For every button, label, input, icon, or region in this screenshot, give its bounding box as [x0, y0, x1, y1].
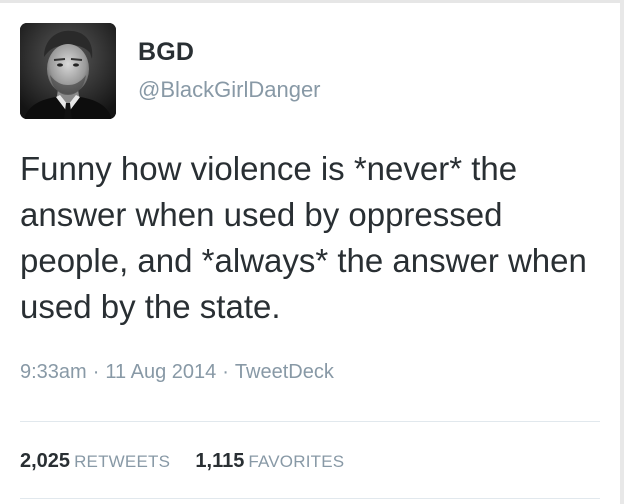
favorites-count: 1,115 — [195, 450, 245, 472]
tweet-text: Funny how violence is *never* the answer… — [20, 150, 587, 325]
tweet-date[interactable]: 11 Aug 2014 — [105, 361, 216, 383]
divider — [20, 498, 600, 499]
tweet-card: BGD @BlackGirlDanger Funny how violence … — [0, 0, 620, 504]
tweet-client[interactable]: TweetDeck — [235, 361, 334, 383]
author-handle[interactable]: @BlackGirlDanger — [138, 77, 321, 103]
retweets-stat[interactable]: 2,025 RETWEETS — [20, 450, 171, 472]
tweet-time[interactable]: 9:33am — [20, 361, 87, 383]
tweet-metadata: 9:33am · 11 Aug 2014 · TweetDeck — [20, 361, 334, 384]
meta-separator: · — [222, 361, 229, 383]
author-name[interactable]: BGD — [138, 38, 194, 67]
avatar[interactable] — [20, 23, 116, 119]
tweet-stats: 2,025 RETWEETS 1,115 FAVORITES — [20, 450, 344, 473]
favorites-stat[interactable]: 1,115 FAVORITES — [195, 450, 345, 472]
retweets-count: 2,025 — [20, 450, 71, 472]
retweets-label: RETWEETS — [74, 452, 171, 471]
meta-separator: · — [92, 361, 100, 383]
window-right-border — [620, 0, 624, 504]
favorites-label: FAVORITES — [248, 452, 345, 471]
avatar-portrait-image — [20, 23, 116, 119]
divider — [20, 421, 600, 422]
